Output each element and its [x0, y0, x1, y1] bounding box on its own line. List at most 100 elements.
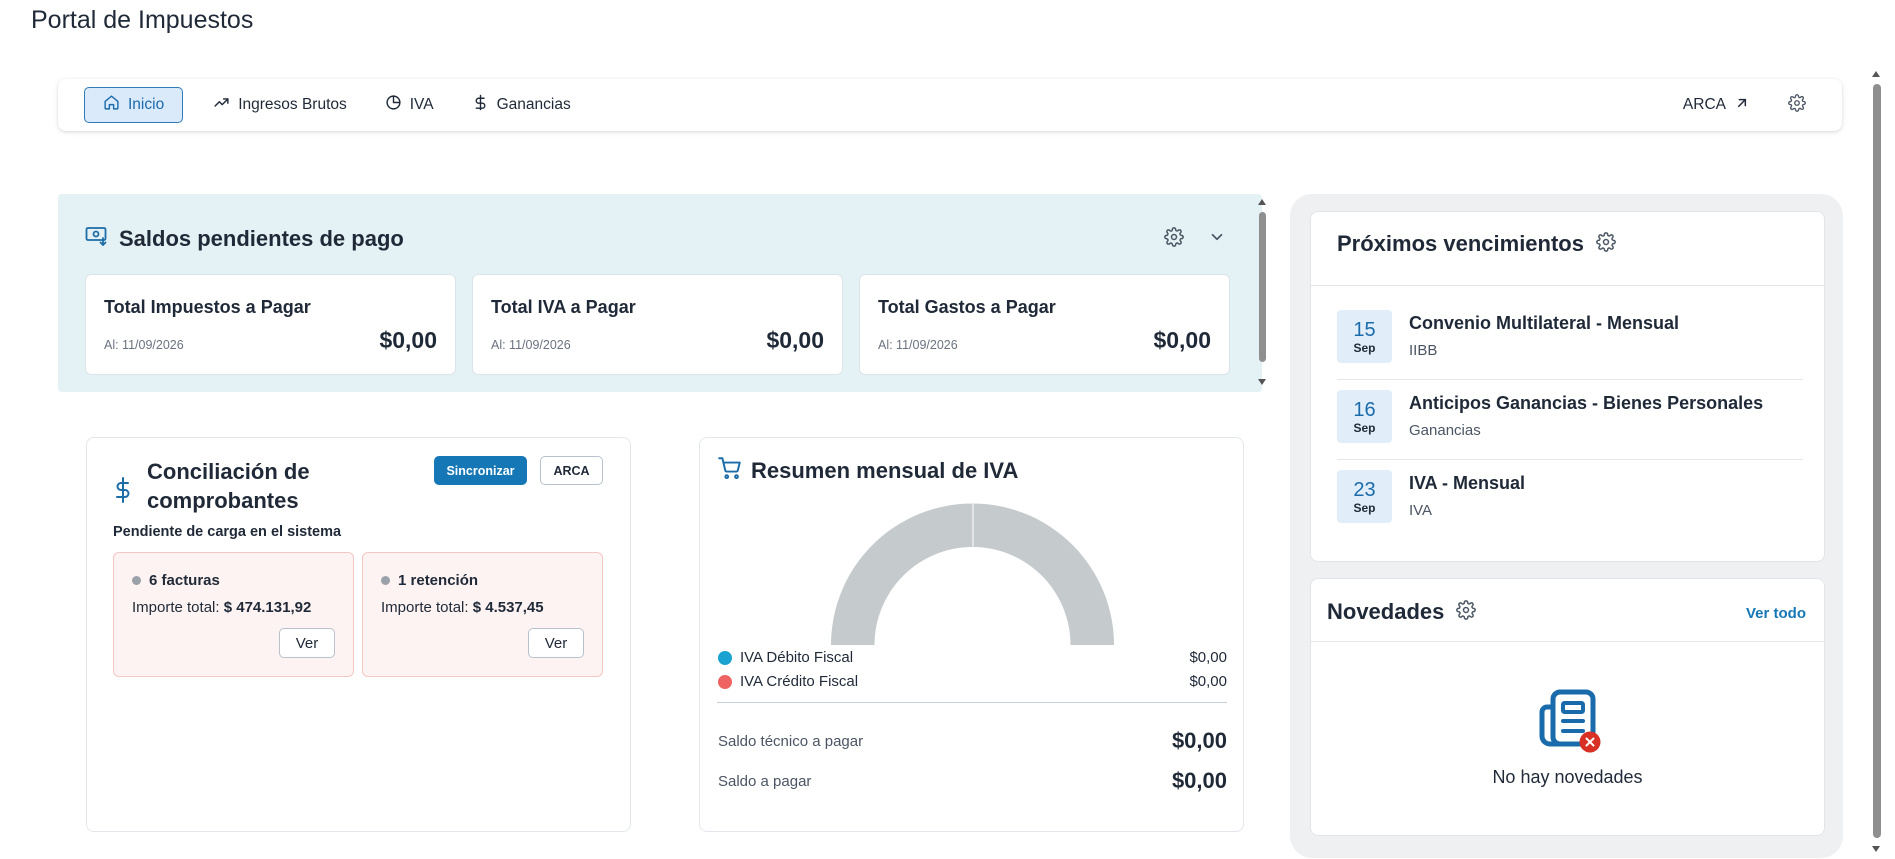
saldos-title: Saldos pendientes de pago	[119, 225, 404, 251]
nav-tab-ganancias[interactable]: Ganancias	[462, 87, 581, 123]
importe-label: Importe total:	[132, 599, 220, 616]
vencimiento-item[interactable]: 15 Sep Convenio Multilateral - Mensual I…	[1337, 300, 1803, 380]
arca-button[interactable]: ARCA	[540, 456, 603, 485]
novedades-title: Novedades	[1327, 599, 1445, 624]
date-month: Sep	[1353, 340, 1376, 355]
newspaper-empty-icon	[1539, 689, 1601, 758]
collapse-chevron-down-icon[interactable]	[1208, 228, 1226, 251]
divider	[717, 702, 1227, 703]
legend-row-debito: IVA Débito Fiscal $0,00	[718, 649, 1227, 666]
saldos-scrollbar[interactable]	[1257, 194, 1267, 388]
saldo-card-iva: Total IVA a Pagar Al: 11/09/2026 $0,00	[472, 274, 843, 375]
date-month: Sep	[1353, 420, 1376, 435]
pending-box-label: 1 retención	[398, 572, 479, 589]
date-badge: 15 Sep	[1337, 310, 1392, 363]
trending-up-icon	[213, 94, 230, 116]
divider	[1311, 641, 1824, 642]
saldo-card-amount: $0,00	[766, 327, 824, 353]
resumen-iva-card: Resumen mensual de IVA IVA Débito Fiscal…	[699, 437, 1244, 832]
importe-value: $ 4.537,45	[472, 599, 544, 616]
saldos-settings-gear-icon[interactable]	[1164, 227, 1184, 252]
saldo-tecnico-row: Saldo técnico a pagar $0,00	[718, 728, 1227, 754]
money-icon	[85, 225, 109, 252]
saldos-pendientes-panel: Saldos pendientes de pago Total Impuesto…	[58, 194, 1262, 392]
date-month: Sep	[1353, 500, 1376, 515]
arca-external-link[interactable]: ARCA	[1683, 95, 1750, 116]
saldo-card-label: Total Gastos a Pagar	[878, 297, 1056, 317]
date-day: 23	[1353, 478, 1376, 501]
total-value: $0,00	[1171, 768, 1227, 793]
saldo-card-date: Al: 11/09/2026	[491, 338, 571, 352]
legend-label: IVA Débito Fiscal	[740, 649, 854, 666]
pending-box-label: 6 facturas	[149, 572, 220, 589]
legend-row-credito: IVA Crédito Fiscal $0,00	[718, 673, 1227, 690]
nav-tab-label: Ingresos Brutos	[238, 96, 347, 113]
saldo-card-gastos: Total Gastos a Pagar Al: 11/09/2026 $0,0…	[859, 274, 1230, 375]
nav-tab-label: Inicio	[128, 96, 165, 113]
importe-label: Importe total:	[381, 599, 469, 616]
saldo-card-amount: $0,00	[379, 327, 437, 353]
resumen-iva-title: Resumen mensual de IVA	[751, 457, 1019, 483]
date-day: 16	[1353, 398, 1376, 421]
settings-gear-icon[interactable]	[1788, 93, 1806, 117]
right-column: Próximos vencimientos 15 Sep Convenio Mu…	[1290, 194, 1843, 858]
shopping-cart-icon	[717, 455, 743, 486]
total-label: Saldo a pagar	[718, 772, 812, 790]
novedades-settings-gear-icon[interactable]	[1456, 599, 1477, 625]
status-dot	[132, 576, 141, 585]
dollar-icon	[472, 94, 489, 116]
vencimientos-title: Próximos vencimientos	[1337, 231, 1584, 256]
nav-tab-inicio[interactable]: Inicio	[84, 87, 184, 123]
pending-facturas-box: 6 facturas Importe total: $ 474.131,92 V…	[113, 552, 354, 677]
legend-label: IVA Crédito Fiscal	[740, 673, 859, 690]
dollar-icon	[113, 476, 133, 511]
sincronizar-button[interactable]: Sincronizar	[434, 456, 527, 485]
pie-chart-icon	[385, 94, 402, 116]
vencimiento-item[interactable]: 23 Sep IVA - Mensual IVA	[1337, 460, 1803, 540]
gauge-left-segment	[831, 503, 973, 645]
vencimiento-category: IIBB	[1409, 342, 1438, 359]
vencimiento-name: IVA - Mensual	[1409, 473, 1526, 493]
ver-todo-link[interactable]: Ver todo	[1746, 605, 1806, 622]
vencimiento-name: Anticipos Ganancias - Bienes Personales	[1409, 393, 1764, 413]
total-label: Saldo técnico a pagar	[718, 732, 864, 750]
saldo-card-label: Total Impuestos a Pagar	[104, 297, 311, 317]
iva-gauge-chart	[831, 503, 1114, 645]
saldo-card-date: Al: 11/09/2026	[104, 338, 184, 352]
page-scrollbar[interactable]	[1871, 66, 1881, 859]
conciliacion-title: Conciliación de comprobantes	[147, 459, 310, 513]
divider	[1311, 285, 1824, 286]
saldo-card-amount: $0,00	[1153, 327, 1211, 353]
status-dot	[381, 576, 390, 585]
saldo-card-impuestos: Total Impuestos a Pagar Al: 11/09/2026 $…	[85, 274, 456, 375]
ver-retencion-button[interactable]: Ver	[528, 628, 584, 658]
importe-value: $ 474.131,92	[223, 599, 312, 616]
nav-tab-iva[interactable]: IVA	[375, 87, 444, 123]
legend-value: $0,00	[1189, 649, 1227, 666]
nav-tab-ingresos-brutos[interactable]: Ingresos Brutos	[203, 87, 357, 123]
conciliacion-card: Conciliación de comprobantes Sincronizar…	[86, 437, 631, 832]
pending-label: Pendiente de carga en el sistema	[113, 524, 342, 540]
date-day: 15	[1353, 318, 1376, 341]
vencimiento-item[interactable]: 16 Sep Anticipos Ganancias - Bienes Pers…	[1337, 380, 1803, 460]
gauge-right-segment	[973, 503, 1114, 645]
top-navbar: Inicio Ingresos Brutos IVA Ganancias ARC…	[58, 79, 1842, 131]
legend-swatch-credito	[718, 674, 732, 689]
legend-value: $0,00	[1189, 673, 1227, 690]
arca-link-label: ARCA	[1682, 96, 1726, 113]
vencimientos-card: Próximos vencimientos 15 Sep Convenio Mu…	[1310, 211, 1825, 562]
vencimientos-settings-gear-icon[interactable]	[1596, 231, 1616, 257]
legend-swatch-debito	[718, 650, 732, 665]
page-title: Portal de Impuestos	[31, 6, 254, 34]
date-badge: 16 Sep	[1337, 390, 1392, 443]
saldo-card-date: Al: 11/09/2026	[878, 338, 958, 352]
vencimiento-name: Convenio Multilateral - Mensual	[1409, 313, 1680, 333]
vencimiento-category: Ganancias	[1409, 422, 1481, 439]
home-icon	[103, 94, 120, 116]
nav-tab-label: IVA	[409, 96, 434, 113]
total-value: $0,00	[1171, 728, 1227, 753]
saldo-pagar-row: Saldo a pagar $0,00	[718, 768, 1227, 794]
novedades-card: Novedades Ver todo No hay novedades	[1310, 578, 1825, 836]
arrow-up-right-icon	[1734, 95, 1750, 116]
ver-facturas-button[interactable]: Ver	[279, 628, 335, 658]
